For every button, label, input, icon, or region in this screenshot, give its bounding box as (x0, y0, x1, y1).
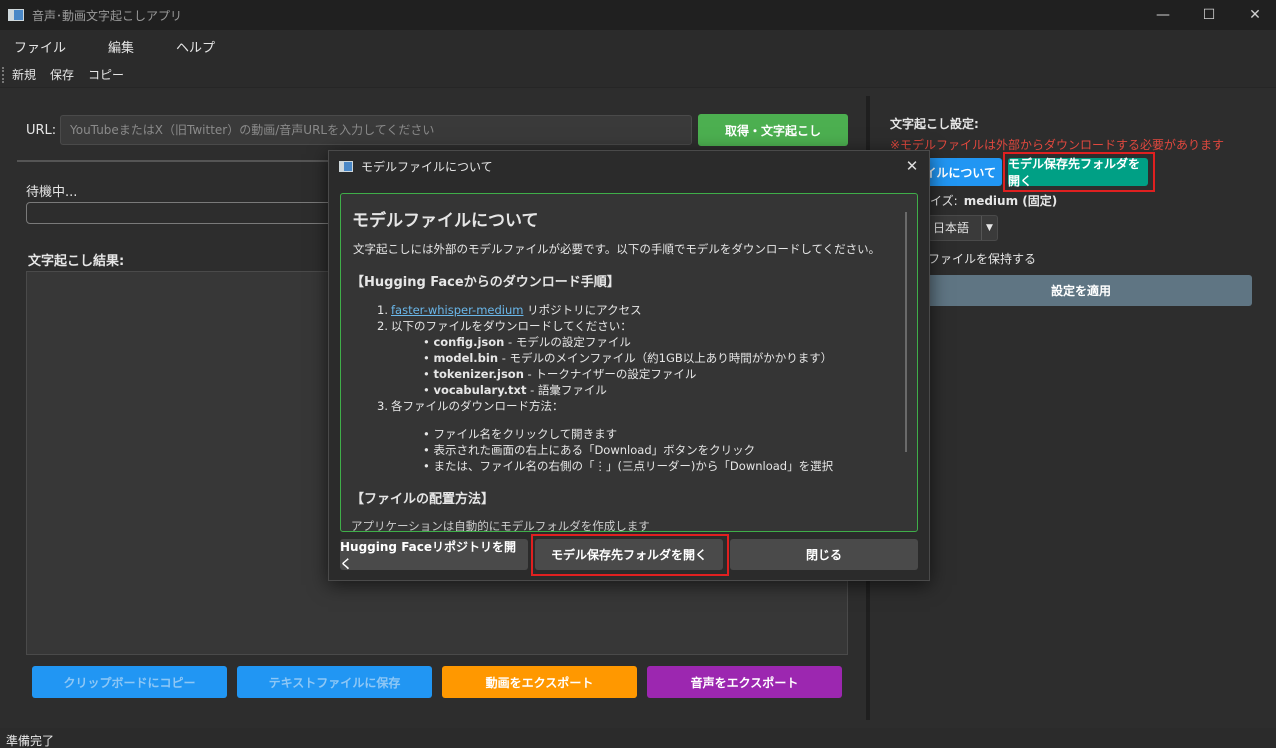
model-size-label: イズ: medium (固定) (930, 194, 1058, 208)
menu-help[interactable]: ヘルプ (162, 37, 229, 56)
apply-settings-button[interactable]: 設定を適用 (910, 275, 1252, 306)
url-label: URL: (26, 123, 57, 138)
step-3: 3. 各ファイルのダウンロード方法： (377, 399, 564, 413)
menu-edit[interactable]: 編集 (94, 37, 148, 56)
repo-link[interactable]: faster-whisper-medium (391, 303, 523, 317)
model-warning: ※モデルファイルは外部からダウンロードする必要があります (890, 138, 1225, 152)
step-2: 2. 以下のファイルをダウンロードしてください： (377, 319, 632, 333)
section-placement: 【ファイルの配置方法】 (351, 492, 495, 507)
language-value: 日本語 (933, 221, 970, 235)
dropdown-arrow-icon[interactable]: ▼ (981, 216, 997, 240)
statusbar: 準備完了 (0, 732, 1276, 748)
highlight-box (1003, 152, 1155, 192)
fetch-transcribe-button[interactable]: 取得・文字起こし (698, 114, 848, 146)
dialog-intro: 文字起こしには外部のモデルファイルが必要です。以下の手順でモデルをダウンロードし… (353, 242, 881, 256)
toolbar-new-button[interactable]: 新規 (5, 66, 43, 83)
result-label: 文字起こし結果: (28, 254, 125, 269)
method-item: • 表示された画面の右上にある「Download」ボタンをクリック (423, 443, 756, 457)
save-text-button[interactable]: テキストファイルに保存 (237, 666, 432, 698)
dialog-close-button[interactable]: 閉じる (730, 539, 918, 570)
toolbar-copy-button[interactable]: コピー (81, 66, 131, 83)
dialog-scrollbar[interactable] (905, 212, 907, 452)
model-size-value: medium (固定) (963, 194, 1058, 208)
dialog-content[interactable]: モデルファイルについて 文字起こしには外部のモデルファイルが必要です。以下の手順… (340, 193, 918, 532)
section-download: 【Hugging Faceからのダウンロード手順】 (351, 275, 620, 290)
close-window-icon[interactable]: ✕ (1232, 0, 1276, 30)
file-item: • tokenizer.json - トークナイザーの設定ファイル (423, 367, 697, 381)
window-titlebar: 音声･動画文字起こしアプリ — ☐ ✕ (0, 0, 1276, 30)
dialog-title: モデルファイルについて (361, 159, 493, 174)
model-info-dialog: モデルファイルについて ✕ モデルファイルについて 文字起こしには外部のモデルフ… (328, 150, 930, 581)
toolbar: 新規 保存 コピー (0, 62, 1276, 88)
url-input[interactable]: YouTubeまたはX（旧Twitter）の動画/音声URLを入力してください (60, 115, 692, 145)
menu-file[interactable]: ファイル (0, 37, 80, 56)
toolbar-save-button[interactable]: 保存 (43, 66, 81, 83)
copy-clipboard-button[interactable]: クリップボードにコピー (32, 666, 227, 698)
keep-file-option[interactable]: ファイルを保持する (928, 250, 1036, 267)
open-repo-button[interactable]: Hugging Faceリポジトリを開く (340, 539, 528, 571)
status-text: 待機中... (26, 185, 78, 200)
maximize-icon[interactable]: ☐ (1186, 0, 1232, 30)
dialog-heading: モデルファイルについて (352, 211, 539, 231)
file-item: • config.json - モデルの設定ファイル (423, 335, 631, 349)
settings-title: 文字起こし設定: (890, 117, 979, 131)
dialog-cut-text: アプリケーションは自動的にモデルフォルダを作成します (351, 519, 650, 532)
minimize-icon[interactable]: — (1140, 0, 1186, 30)
dialog-close-icon[interactable]: ✕ (901, 155, 923, 177)
window-title: 音声･動画文字起こしアプリ (32, 8, 183, 23)
step-1: 1. faster-whisper-medium リポジトリにアクセス (377, 303, 642, 317)
language-select[interactable]: 日本語 ▼ (928, 215, 998, 241)
export-audio-button[interactable]: 音声をエクスポート (647, 666, 842, 698)
file-item: • vocabulary.txt - 語彙ファイル (423, 383, 607, 397)
file-item: • model.bin - モデルのメインファイル（約1GB以上あり時間がかかり… (423, 351, 833, 365)
highlight-box (531, 534, 729, 576)
app-icon (8, 9, 24, 21)
method-item: • または、ファイル名の右側の「⋮」(三点リーダー)から「Download」を選… (423, 459, 834, 473)
dialog-titlebar: モデルファイルについて (329, 151, 929, 181)
method-item: • ファイル名をクリックして開きます (423, 427, 618, 441)
export-video-button[interactable]: 動画をエクスポート (442, 666, 637, 698)
dialog-app-icon (339, 160, 353, 172)
menubar: ファイル 編集 ヘルプ (0, 30, 1276, 62)
